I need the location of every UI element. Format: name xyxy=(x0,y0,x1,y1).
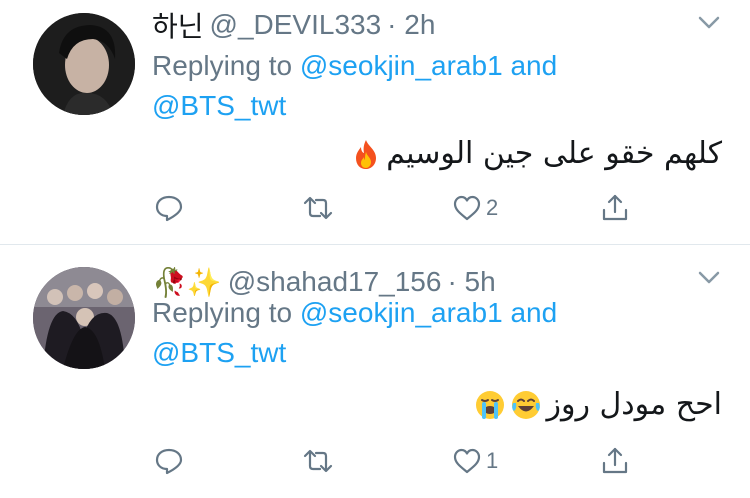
and-text[interactable]: and xyxy=(510,297,557,328)
like-count: 2 xyxy=(486,195,499,220)
like-icon xyxy=(453,448,481,474)
display-name[interactable]: 하닌 xyxy=(152,5,204,45)
fire-emoji xyxy=(356,139,377,169)
replying-to: Replying to @seokjin_arab1 and @BTS_twt xyxy=(152,46,622,126)
tweet-text: كلهم خقو على جين الوسيم xyxy=(350,136,722,171)
tweet-actions: 2 xyxy=(0,188,750,228)
chevron-down-icon[interactable] xyxy=(698,271,720,285)
tweet-header: 하닌 @_DEVIL333 · 2h xyxy=(152,6,435,44)
avatar[interactable] xyxy=(33,267,135,369)
tweet-text: احح مودل روز xyxy=(474,387,722,422)
chevron-down-icon[interactable] xyxy=(698,16,720,30)
reply-button[interactable] xyxy=(154,441,188,481)
laughing-crying-emoji xyxy=(512,390,541,419)
share-icon xyxy=(602,194,628,221)
share-button[interactable] xyxy=(600,441,630,481)
share-icon xyxy=(602,447,628,474)
user-handle[interactable]: @_DEVIL333 xyxy=(210,9,382,41)
mention-link[interactable]: @BTS_twt xyxy=(152,337,286,368)
tweet[interactable]: 🥀✨ @shahad17_156 · 5h Replying to @seokj… xyxy=(0,245,750,498)
timestamp[interactable]: · 2h xyxy=(387,9,435,41)
and-text[interactable]: and xyxy=(510,50,557,81)
like-icon xyxy=(453,195,481,221)
mention-link[interactable]: @seokjin_arab1 xyxy=(300,297,503,328)
reply-icon xyxy=(155,448,183,475)
retweet-icon xyxy=(303,196,333,220)
retweet-button[interactable] xyxy=(303,188,337,228)
retweet-icon xyxy=(303,449,333,473)
loudly-crying-emoji xyxy=(476,390,505,419)
tweet-actions: 1 xyxy=(0,441,750,481)
like-button[interactable]: 1 xyxy=(452,441,498,481)
like-button[interactable]: 2 xyxy=(452,188,498,228)
reply-icon xyxy=(155,195,183,222)
replying-to: Replying to @seokjin_arab1 and @BTS_twt xyxy=(152,293,622,373)
replying-prefix: Replying to xyxy=(152,297,293,328)
replying-prefix: Replying to xyxy=(152,50,293,81)
reply-button[interactable] xyxy=(154,188,188,228)
tweet-text-content: احح مودل روز xyxy=(546,387,722,422)
share-button[interactable] xyxy=(600,188,630,228)
avatar[interactable] xyxy=(33,13,135,115)
like-count: 1 xyxy=(486,448,499,473)
mention-link[interactable]: @seokjin_arab1 xyxy=(300,50,503,81)
tweet[interactable]: 하닌 @_DEVIL333 · 2h Replying to @seokjin_… xyxy=(0,0,750,245)
retweet-button[interactable] xyxy=(303,441,337,481)
mention-link[interactable]: @BTS_twt xyxy=(152,90,286,121)
tweet-text-content: كلهم خقو على جين الوسيم xyxy=(386,136,722,171)
